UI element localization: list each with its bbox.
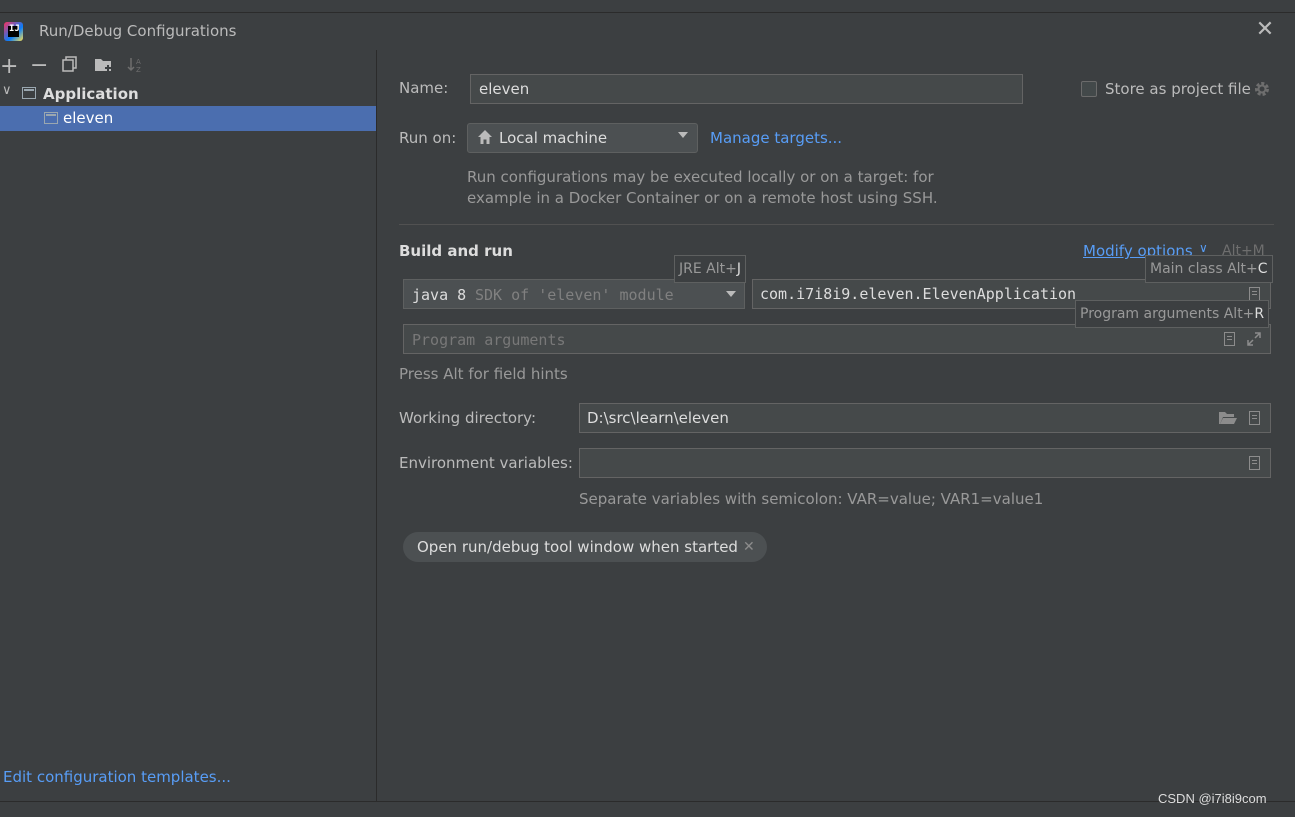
folder-open-icon[interactable] bbox=[1218, 410, 1238, 426]
expand-icon[interactable] bbox=[1246, 331, 1262, 347]
jre-version: java 8 bbox=[412, 286, 467, 304]
intellij-logo-icon: IJ bbox=[4, 22, 23, 41]
home-icon bbox=[477, 129, 493, 145]
run-on-description-line1: Run configurations may be executed local… bbox=[467, 168, 934, 186]
jre-tooltip-text: JRE Alt+ bbox=[679, 261, 737, 277]
window-title: Run/Debug Configurations bbox=[39, 22, 237, 40]
section-divider bbox=[399, 224, 1274, 225]
copy-icon[interactable] bbox=[62, 56, 78, 72]
manage-targets-link[interactable]: Manage targets... bbox=[710, 129, 842, 147]
svg-text:A: A bbox=[136, 58, 141, 66]
name-field[interactable]: eleven bbox=[470, 74, 1023, 104]
name-label: Name: bbox=[399, 79, 449, 97]
application-icon bbox=[22, 87, 36, 99]
configurations-sidebar bbox=[0, 50, 377, 802]
jre-dropdown[interactable]: java 8 SDK of 'eleven' module bbox=[403, 279, 745, 309]
environment-variables-label: Environment variables: bbox=[399, 454, 573, 472]
working-directory-value: D:\src\learn\eleven bbox=[587, 409, 729, 427]
jre-tooltip-key: J bbox=[736, 261, 741, 277]
edit-text-icon[interactable] bbox=[1249, 411, 1260, 425]
run-on-label: Run on: bbox=[399, 129, 457, 147]
tree-item-label: eleven bbox=[63, 109, 114, 127]
program-arguments-placeholder: Program arguments bbox=[412, 331, 566, 349]
bottom-bar bbox=[0, 801, 1295, 817]
program-arguments-tooltip: Program arguments Alt+R bbox=[1075, 300, 1270, 328]
working-directory-label: Working directory: bbox=[399, 409, 537, 427]
sort-icon[interactable]: AZ bbox=[127, 56, 145, 74]
chip-label: Open run/debug tool window when started bbox=[417, 538, 738, 556]
watermark: CSDN @i7i8i9com bbox=[1158, 791, 1267, 806]
tree-group-label: Application bbox=[43, 85, 139, 103]
svg-text:Z: Z bbox=[136, 66, 141, 74]
working-directory-field[interactable]: D:\src\learn\eleven bbox=[579, 403, 1271, 433]
program-arguments-tooltip-text: Program arguments Alt+ bbox=[1080, 306, 1255, 322]
program-arguments-tooltip-key: R bbox=[1254, 306, 1265, 322]
main-class-tooltip: Main class Alt+C bbox=[1145, 255, 1273, 283]
run-on-dropdown[interactable]: Local machine bbox=[467, 123, 698, 153]
plus-icon[interactable]: + bbox=[0, 54, 18, 79]
run-on-description-line2: example in a Docker Container or on a re… bbox=[467, 189, 938, 207]
close-icon[interactable]: ✕ bbox=[1255, 19, 1275, 41]
edit-text-icon[interactable] bbox=[1224, 332, 1235, 346]
program-arguments-field[interactable]: Program arguments bbox=[403, 324, 1271, 354]
jre-tooltip: JRE Alt+J bbox=[674, 255, 746, 283]
chevron-down-icon bbox=[726, 291, 736, 297]
environment-variables-hint: Separate variables with semicolon: VAR=v… bbox=[579, 490, 1044, 508]
tree-item-eleven[interactable]: eleven bbox=[0, 106, 376, 131]
folder-add-icon[interactable] bbox=[94, 56, 114, 72]
name-value: eleven bbox=[479, 80, 530, 98]
store-as-project-checkbox[interactable] bbox=[1081, 81, 1097, 97]
open-tool-window-chip[interactable]: Open run/debug tool window when started … bbox=[403, 532, 767, 562]
jre-description: SDK of 'eleven' module bbox=[475, 286, 674, 304]
edit-templates-link[interactable]: Edit configuration templates... bbox=[3, 768, 231, 786]
store-as-project-label: Store as project file bbox=[1105, 80, 1251, 98]
main-class-tooltip-key: C bbox=[1257, 261, 1268, 277]
edit-text-icon[interactable] bbox=[1249, 456, 1260, 470]
chevron-down-icon[interactable]: ∨ bbox=[1199, 241, 1208, 255]
gear-icon[interactable] bbox=[1253, 80, 1271, 98]
minus-icon[interactable]: − bbox=[30, 53, 48, 78]
chevron-down-icon bbox=[678, 132, 688, 138]
field-hints-text: Press Alt for field hints bbox=[399, 365, 568, 383]
tree-group-application[interactable]: ∨ Application bbox=[0, 81, 376, 106]
close-icon[interactable]: ✕ bbox=[743, 539, 755, 555]
environment-variables-field[interactable] bbox=[579, 448, 1271, 478]
chevron-down-icon[interactable]: ∨ bbox=[2, 83, 12, 98]
application-config-icon bbox=[44, 112, 58, 124]
run-on-value: Local machine bbox=[499, 129, 608, 147]
main-class-tooltip-text: Main class Alt+ bbox=[1150, 261, 1258, 277]
build-and-run-heading: Build and run bbox=[399, 242, 513, 260]
browse-icon[interactable] bbox=[1249, 287, 1260, 301]
main-class-value: com.i7i8i9.eleven.ElevenApplication bbox=[760, 285, 1077, 303]
